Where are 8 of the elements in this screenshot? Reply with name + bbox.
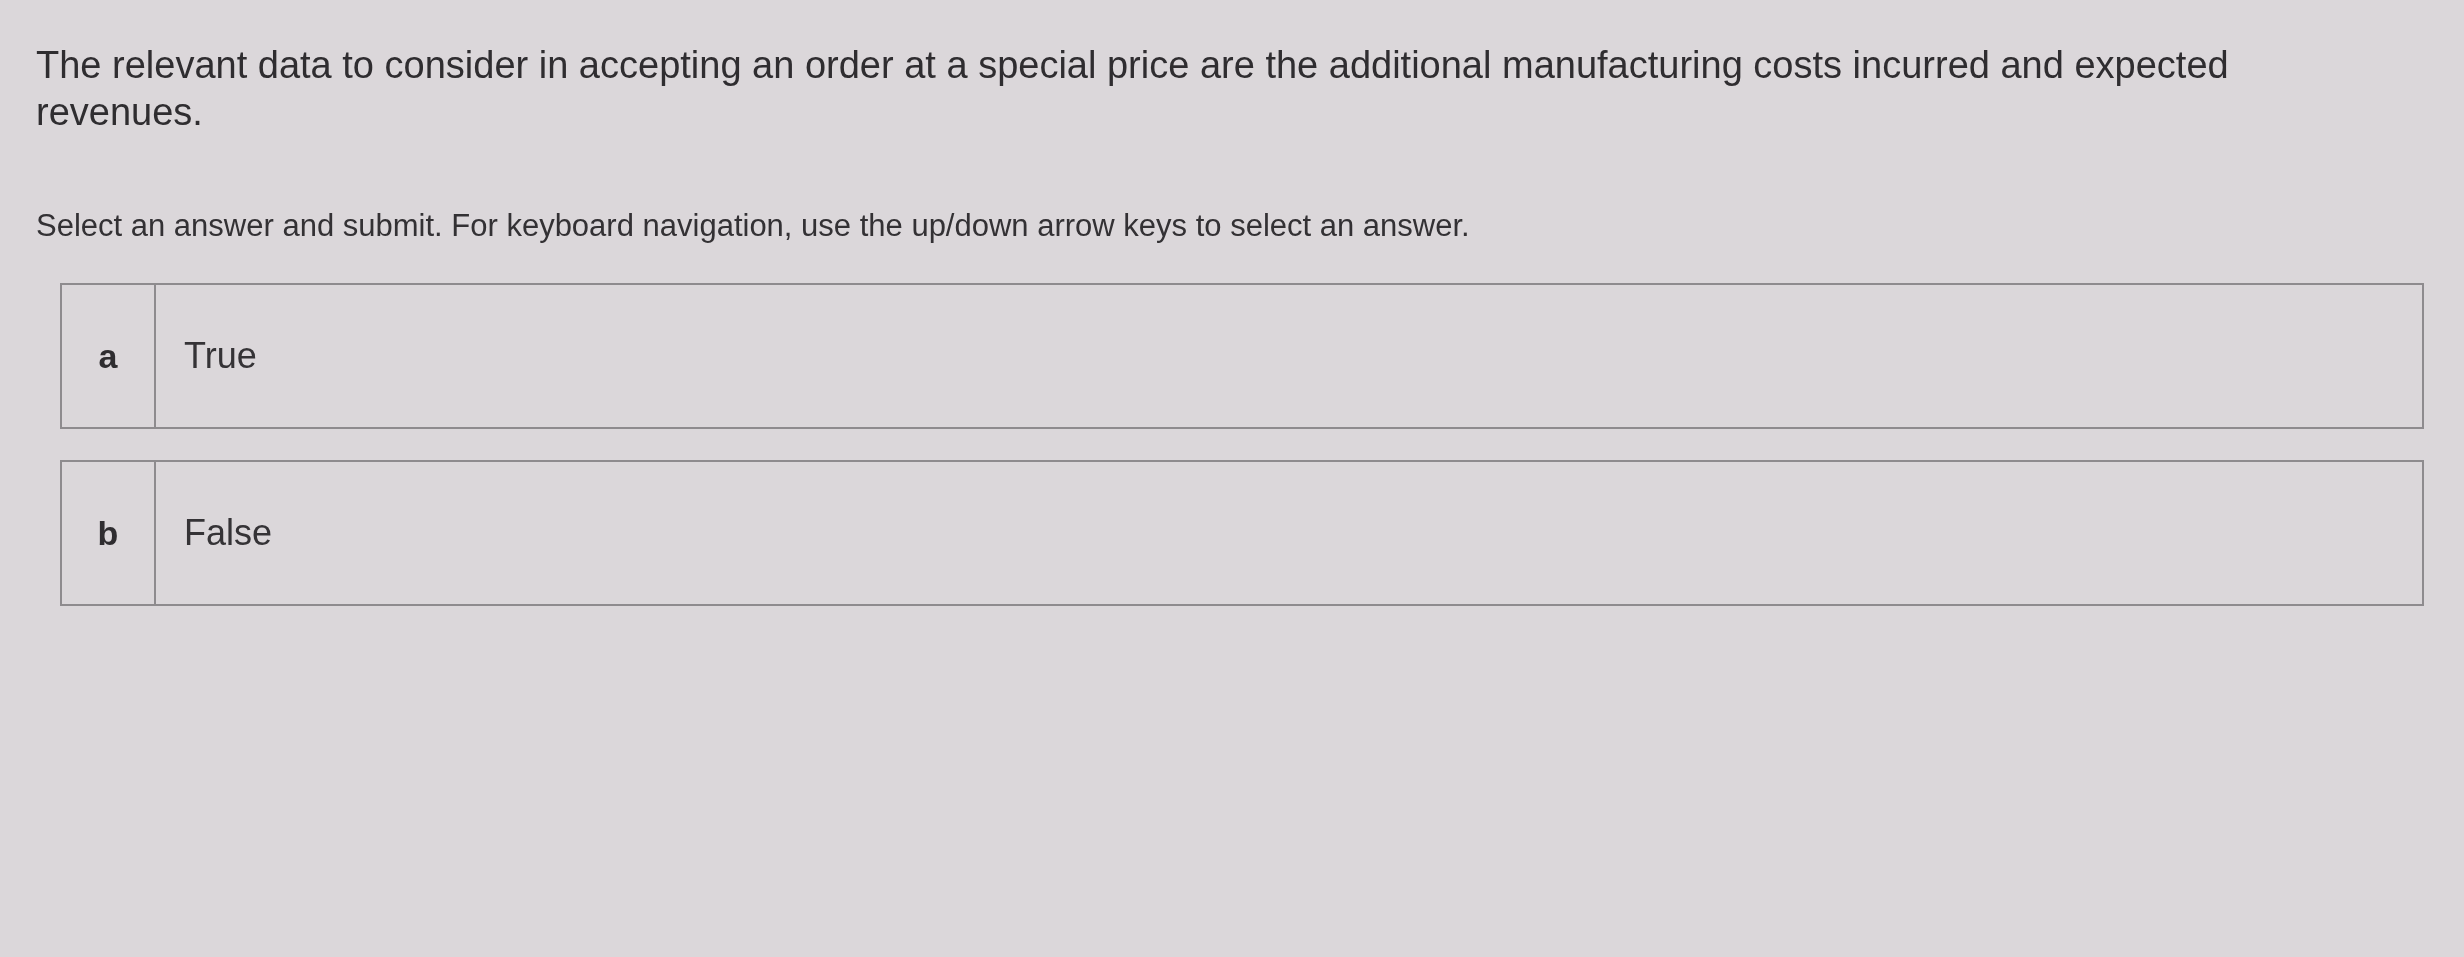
- answer-option[interactable]: a True: [60, 283, 2424, 429]
- option-text: False: [183, 511, 273, 555]
- answer-option[interactable]: b False: [60, 460, 2424, 606]
- instruction-text: Select an answer and submit. For keyboard navigation, use the up/down arrow keys to select an answer.: [36, 207, 1471, 245]
- option-letter: a: [62, 285, 156, 427]
- option-text: True: [183, 334, 257, 378]
- question-text: The relevant data to consider in accepting an order at a special price are the additional manufacturing costs incurred and expected revenues.: [36, 43, 2230, 135]
- option-letter: b: [62, 462, 156, 604]
